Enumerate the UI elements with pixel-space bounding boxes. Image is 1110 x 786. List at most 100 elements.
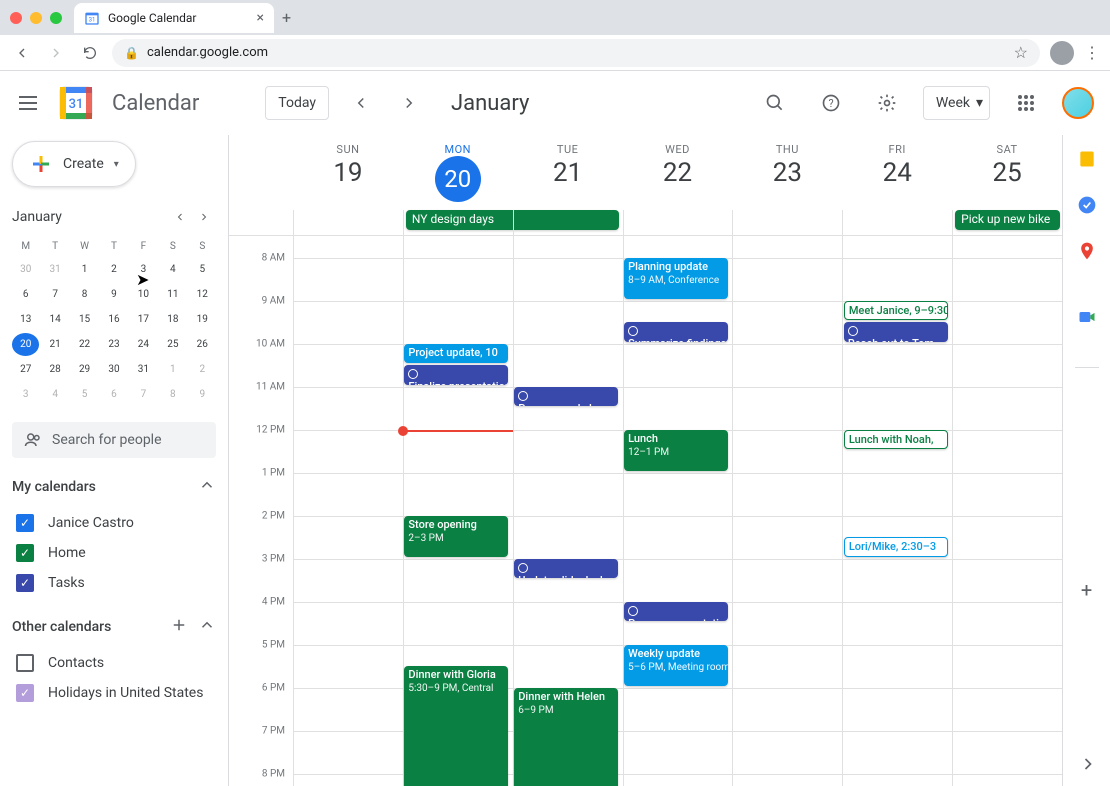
day-column[interactable]: [293, 236, 403, 786]
mini-day[interactable]: 13: [12, 308, 39, 331]
keep-icon[interactable]: [1077, 149, 1097, 169]
create-button[interactable]: Create ▾: [12, 141, 136, 187]
mini-day[interactable]: 3: [130, 258, 157, 281]
view-switcher[interactable]: Week ▾: [923, 86, 990, 120]
calendar-toggle[interactable]: ✓Holidays in United States: [12, 678, 216, 708]
mini-day[interactable]: 31: [130, 358, 157, 381]
allday-cell[interactable]: Pick up new bike: [952, 210, 1062, 235]
new-tab-button[interactable]: +: [282, 8, 291, 27]
mini-prev-button[interactable]: [168, 205, 192, 229]
calendar-event[interactable]: Dinner with Gloria5:30–9 PM, Central: [404, 666, 508, 786]
reload-button[interactable]: [78, 41, 102, 65]
calendar-event[interactable]: Prepare presentation: [624, 602, 728, 622]
allday-cell[interactable]: [293, 210, 403, 235]
mini-day[interactable]: 9: [100, 283, 127, 306]
mini-day[interactable]: 4: [159, 258, 186, 281]
calendar-event[interactable]: Store opening2–3 PM: [404, 516, 508, 557]
url-input[interactable]: 🔒 calendar.google.com ☆: [112, 39, 1040, 67]
mini-day[interactable]: 5: [71, 383, 98, 406]
mini-day[interactable]: 4: [41, 383, 68, 406]
mini-day[interactable]: 10: [130, 283, 157, 306]
mini-day[interactable]: 26: [189, 333, 216, 356]
calendar-toggle[interactable]: ✓Home: [12, 538, 216, 568]
browser-menu-button[interactable]: ⋮: [1084, 43, 1100, 62]
browser-tab[interactable]: 31 Google Calendar ×: [74, 3, 274, 33]
mini-day[interactable]: 5: [189, 258, 216, 281]
mini-calendar[interactable]: MTWTFSS303112345678910111213141516171819…: [12, 237, 216, 406]
support-button[interactable]: ?: [811, 83, 851, 123]
mini-day[interactable]: 8: [71, 283, 98, 306]
mini-next-button[interactable]: [192, 205, 216, 229]
search-people-input[interactable]: Search for people: [12, 422, 216, 458]
allday-cell[interactable]: [842, 210, 952, 235]
day-header[interactable]: WED22: [623, 135, 733, 202]
mini-day[interactable]: 30: [100, 358, 127, 381]
allday-cell[interactable]: [732, 210, 842, 235]
add-addon-button[interactable]: +: [1081, 578, 1092, 602]
calendar-event[interactable]: Dinner with Helen6–9 PM: [514, 688, 618, 786]
mini-day[interactable]: 24: [130, 333, 157, 356]
mini-day[interactable]: 1: [159, 358, 186, 381]
forward-button[interactable]: [44, 41, 68, 65]
day-header[interactable]: FRI24: [842, 135, 952, 202]
day-header[interactable]: THU23: [732, 135, 842, 202]
window-maximize-button[interactable]: [50, 12, 62, 24]
mini-day[interactable]: 2: [100, 258, 127, 281]
mini-day[interactable]: 15: [71, 308, 98, 331]
tasks-icon[interactable]: [1077, 195, 1097, 215]
mini-day[interactable]: 16: [100, 308, 127, 331]
calendar-event[interactable]: Lunch with Noah,: [844, 430, 948, 450]
mini-day[interactable]: 1: [71, 258, 98, 281]
mini-day[interactable]: 11: [159, 283, 186, 306]
day-column[interactable]: [732, 236, 842, 786]
google-apps-button[interactable]: [1006, 83, 1046, 123]
mini-day[interactable]: 6: [12, 283, 39, 306]
calendar-event[interactable]: Project update, 10: [404, 344, 508, 364]
add-calendar-button[interactable]: [170, 616, 188, 638]
next-period-button[interactable]: [393, 87, 425, 119]
mini-day[interactable]: 25: [159, 333, 186, 356]
search-button[interactable]: [755, 83, 795, 123]
mini-day[interactable]: 8: [159, 383, 186, 406]
account-avatar[interactable]: [1062, 87, 1094, 119]
calendar-event[interactable]: Finalize presentation: [404, 365, 508, 385]
day-header[interactable]: TUE21: [513, 135, 623, 202]
allday-cell[interactable]: [623, 210, 733, 235]
mini-day[interactable]: 29: [71, 358, 98, 381]
day-header[interactable]: SAT25: [952, 135, 1062, 202]
mini-day[interactable]: 7: [130, 383, 157, 406]
mini-day[interactable]: 2: [189, 358, 216, 381]
window-close-button[interactable]: [10, 12, 22, 24]
hide-panel-button[interactable]: [1078, 754, 1098, 778]
mini-day[interactable]: 17: [130, 308, 157, 331]
main-menu-button[interactable]: [16, 91, 40, 115]
calendar-event[interactable]: Weekly update5–6 PM, Meeting room: [624, 645, 728, 686]
bookmark-star-icon[interactable]: ☆: [1014, 43, 1028, 62]
allday-cell[interactable]: NY design days: [403, 210, 513, 235]
today-button[interactable]: Today: [265, 86, 329, 120]
calendar-event[interactable]: Reach out to Tom: [844, 322, 948, 342]
mini-day[interactable]: 20: [12, 333, 39, 356]
mini-day[interactable]: 18: [159, 308, 186, 331]
maps-icon[interactable]: [1077, 241, 1097, 261]
calendar-event[interactable]: Lunch12–1 PM: [624, 430, 728, 471]
calendar-event[interactable]: Summarize findings: [624, 322, 728, 342]
mini-day[interactable]: 3: [12, 383, 39, 406]
mini-day[interactable]: 23: [100, 333, 127, 356]
allday-cell[interactable]: [513, 210, 623, 235]
mini-day[interactable]: 12: [189, 283, 216, 306]
day-header[interactable]: SUN19: [293, 135, 403, 202]
calendar-event[interactable]: Prepare workshop: [514, 387, 618, 407]
time-grid[interactable]: 8 AM9 AM10 AM11 AM12 PM1 PM2 PM3 PM4 PM5…: [229, 236, 1062, 786]
mini-day[interactable]: 28: [41, 358, 68, 381]
calendar-toggle[interactable]: Contacts: [12, 648, 216, 678]
mini-day[interactable]: 6: [100, 383, 127, 406]
mini-day[interactable]: 7: [41, 283, 68, 306]
mini-day[interactable]: 27: [12, 358, 39, 381]
back-button[interactable]: [10, 41, 34, 65]
calendar-event[interactable]: Meet Janice, 9–9:30: [844, 301, 948, 321]
browser-profile-button[interactable]: [1050, 41, 1074, 65]
calendar-toggle[interactable]: ✓Janice Castro: [12, 508, 216, 538]
other-calendars-toggle[interactable]: Other calendars: [12, 616, 216, 638]
calendar-event[interactable]: Planning update8–9 AM, Conference: [624, 258, 728, 299]
